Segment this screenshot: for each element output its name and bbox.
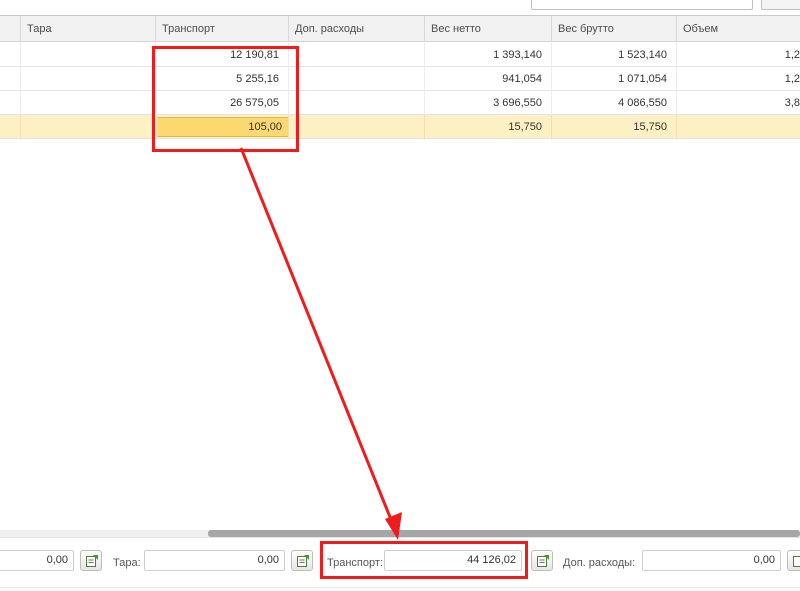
table-cell-volume[interactable]: 3,8 [676, 91, 800, 115]
column-header-gross-weight[interactable]: Вес брутто [551, 16, 676, 42]
table-cell-tara[interactable] [20, 43, 155, 67]
table-cell-dop-expenses[interactable] [288, 115, 424, 139]
table-cell[interactable] [0, 43, 20, 67]
table-cell[interactable] [0, 91, 20, 115]
table-cell-dop-expenses[interactable] [288, 67, 424, 91]
table-cell-tara[interactable] [20, 67, 155, 91]
table-cell-volume[interactable]: 1,2 [676, 43, 800, 67]
table-header: Тара Транспорт Доп. расходы Вес нетто Ве… [0, 16, 800, 42]
table-row-selected[interactable]: 105,00 15,750 15,750 [0, 115, 800, 139]
total-first-field[interactable]: 0,00 [0, 550, 74, 571]
recalculate-icon [792, 554, 800, 568]
dop-expenses-total-label: Доп. расходы: [563, 556, 635, 570]
table-cell-net-weight[interactable]: 1 393,140 [424, 43, 551, 67]
top-toolbar [0, 0, 800, 15]
table-cell-dop-expenses[interactable] [288, 43, 424, 67]
scrollbar-thumb[interactable] [208, 530, 800, 537]
dop-expenses-total-field[interactable]: 0,00 [642, 550, 781, 571]
tara-total-label: Тара: [113, 556, 141, 570]
table-cell-tara[interactable] [20, 115, 155, 139]
horizontal-scrollbar[interactable] [0, 530, 800, 537]
column-header-dop-expenses[interactable]: Доп. расходы [288, 16, 424, 42]
search-input[interactable] [531, 0, 753, 10]
table-row[interactable]: 5 255,16 941,054 1 071,054 1,2 [0, 67, 800, 91]
recalculate-icon [296, 554, 310, 568]
recalculate-button[interactable] [291, 550, 313, 571]
table-cell-gross-weight[interactable]: 1 071,054 [551, 67, 676, 91]
table-cell-tara[interactable] [20, 91, 155, 115]
highlight-box-transport-column [152, 46, 299, 152]
table-row[interactable]: 26 575,05 3 696,550 4 086,550 3,8 [0, 91, 800, 115]
footer-divider [0, 587, 800, 591]
table-cell[interactable] [0, 67, 20, 91]
recalculate-button[interactable] [531, 550, 553, 571]
column-header-transport[interactable]: Транспорт [155, 16, 288, 42]
table-cell-net-weight[interactable]: 15,750 [424, 115, 551, 139]
table-cell-gross-weight[interactable]: 4 086,550 [551, 91, 676, 115]
recalculate-icon [85, 554, 99, 568]
table-cell-net-weight[interactable]: 3 696,550 [424, 91, 551, 115]
table-cell-volume[interactable] [676, 115, 800, 139]
table-cell-gross-weight[interactable]: 1 523,140 [551, 43, 676, 67]
goods-table: Тара Транспорт Доп. расходы Вес нетто Ве… [0, 15, 800, 537]
table-cell-dop-expenses[interactable] [288, 91, 424, 115]
table-cell-gross-weight[interactable]: 15,750 [551, 115, 676, 139]
recalculate-icon [536, 554, 550, 568]
toolbar-button[interactable] [761, 0, 800, 10]
tara-total-field[interactable]: 0,00 [144, 550, 285, 571]
table-cell-volume[interactable]: 1,2 [676, 67, 800, 91]
column-header-volume[interactable]: Объем [676, 16, 800, 42]
table-cell[interactable] [0, 115, 20, 139]
column-header-first[interactable] [0, 16, 20, 42]
recalculate-button[interactable] [80, 550, 102, 571]
table-cell-net-weight[interactable]: 941,054 [424, 67, 551, 91]
column-header-net-weight[interactable]: Вес нетто [424, 16, 551, 42]
highlight-box-transport-total [320, 541, 528, 579]
table-row[interactable]: 12 190,81 1 393,140 1 523,140 1,2 [0, 43, 800, 67]
column-header-tara[interactable]: Тара [20, 16, 155, 42]
recalculate-button[interactable] [787, 550, 800, 571]
